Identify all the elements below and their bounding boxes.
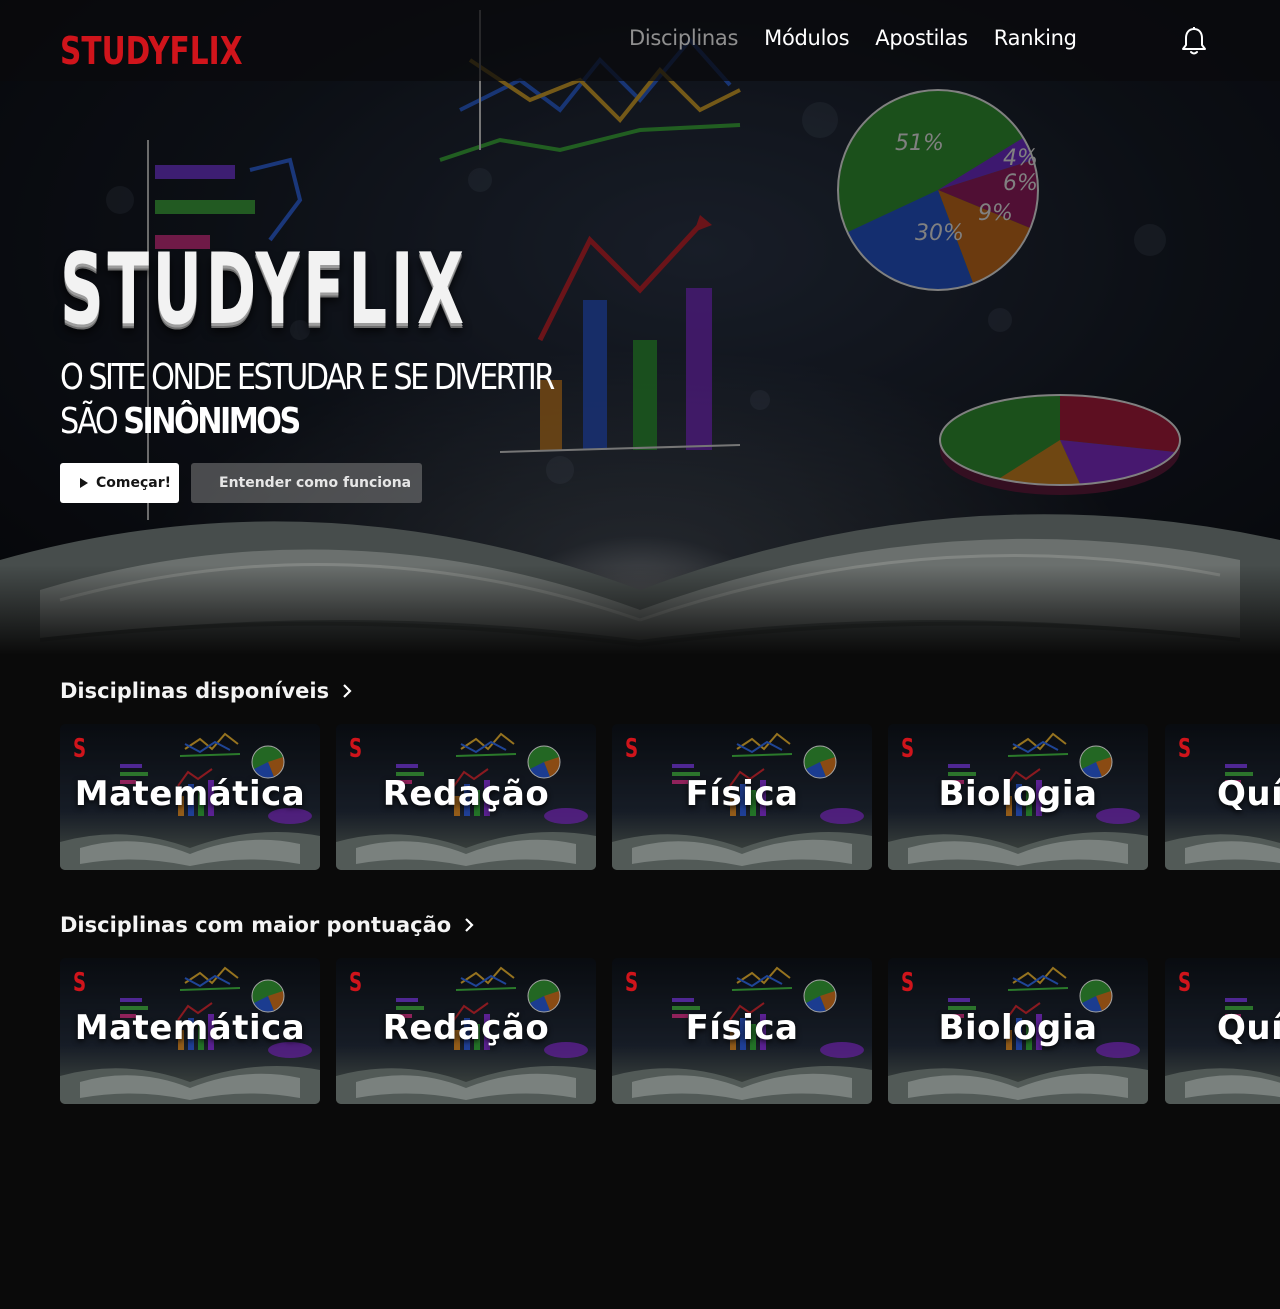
hero-buttons: Começar! Entender como funciona bbox=[60, 463, 422, 503]
play-icon bbox=[80, 478, 88, 488]
studyflix-badge: S bbox=[625, 734, 639, 764]
subject-card[interactable]: S Matemática bbox=[60, 724, 320, 870]
row-title-top-scored[interactable]: Disciplinas com maior pontuação bbox=[60, 913, 475, 937]
chevron-right-icon bbox=[465, 918, 474, 932]
how-it-works-label: Entender como funciona bbox=[219, 475, 412, 491]
chevron-right-icon bbox=[343, 684, 352, 698]
card-title: Biologia bbox=[938, 1008, 1098, 1048]
card-title: Biologia bbox=[938, 774, 1098, 814]
hero-subtitle: O SITE ONDE ESTUDAR E SE DIVERTIR SÃO SI… bbox=[60, 356, 564, 444]
card-title: Quí bbox=[1217, 1008, 1280, 1048]
top-navbar: STUDYFLIX Disciplinas Módulos Apostilas … bbox=[0, 0, 1280, 81]
start-button-label: Começar! bbox=[96, 475, 172, 491]
hero-fade bbox=[0, 565, 1280, 655]
studyflix-badge: S bbox=[73, 734, 87, 764]
how-it-works-button[interactable]: Entender como funciona bbox=[191, 463, 422, 503]
subject-card[interactable]: S Física bbox=[612, 724, 872, 870]
card-title: Redação bbox=[382, 774, 550, 814]
subject-card[interactable]: S Quí bbox=[1165, 958, 1280, 1104]
subject-card[interactable]: S Redação bbox=[336, 958, 596, 1104]
card-title: Física bbox=[685, 774, 799, 814]
hero-subtitle-line1: O SITE ONDE ESTUDAR E SE DIVERTIR bbox=[60, 357, 555, 398]
studyflix-badge: S bbox=[73, 968, 87, 998]
hero-subtitle-prefix: SÃO bbox=[60, 401, 124, 442]
hero-title: STUDYFLIX bbox=[60, 233, 468, 347]
nav-item-ranking[interactable]: Ranking bbox=[994, 26, 1077, 50]
card-title: Matemática bbox=[74, 1008, 306, 1048]
row-cards-available: S Matemática S Redação S Física S Biolog… bbox=[60, 724, 1280, 870]
row-title-label: Disciplinas com maior pontuação bbox=[60, 913, 452, 937]
subject-card[interactable]: S Redação bbox=[336, 724, 596, 870]
hero-banner: 51% 30% 9% 6% 4% STUDYFLIX O SITE ONDE E… bbox=[0, 0, 1280, 655]
nav-item-apostilas[interactable]: Apostilas bbox=[875, 26, 968, 50]
nav-links: Disciplinas Módulos Apostilas Ranking bbox=[629, 26, 1077, 50]
studyflix-badge: S bbox=[349, 734, 363, 764]
card-title: Redação bbox=[382, 1008, 550, 1048]
logo[interactable]: STUDYFLIX bbox=[60, 28, 243, 74]
subject-card[interactable]: S Biologia bbox=[888, 958, 1148, 1104]
studyflix-badge: S bbox=[625, 968, 639, 998]
hero-subtitle-strong: SINÔNIMOS bbox=[123, 401, 301, 442]
studyflix-badge: S bbox=[349, 968, 363, 998]
studyflix-badge: S bbox=[1178, 734, 1192, 764]
subject-card[interactable]: S Quí bbox=[1165, 724, 1280, 870]
card-title: Quí bbox=[1217, 774, 1280, 814]
subject-card[interactable]: S Física bbox=[612, 958, 872, 1104]
row-title-label: Disciplinas disponíveis bbox=[60, 679, 330, 703]
studyflix-badge: S bbox=[901, 968, 915, 998]
card-title: Física bbox=[685, 1008, 799, 1048]
start-button[interactable]: Começar! bbox=[60, 463, 179, 503]
row-cards-top-scored: S Matemática S Redação S Física S Biolog… bbox=[60, 958, 1280, 1104]
nav-item-disciplinas[interactable]: Disciplinas bbox=[629, 26, 738, 50]
card-title: Matemática bbox=[74, 774, 306, 814]
studyflix-badge: S bbox=[1178, 968, 1192, 998]
bell-icon[interactable] bbox=[1180, 26, 1208, 56]
nav-item-modulos[interactable]: Módulos bbox=[764, 26, 849, 50]
row-title-available[interactable]: Disciplinas disponíveis bbox=[60, 679, 353, 703]
hero-subtitle-line2: SÃO SINÔNIMOS bbox=[60, 400, 564, 444]
subject-card[interactable]: S Matemática bbox=[60, 958, 320, 1104]
studyflix-badge: S bbox=[901, 734, 915, 764]
subject-card[interactable]: S Biologia bbox=[888, 724, 1148, 870]
